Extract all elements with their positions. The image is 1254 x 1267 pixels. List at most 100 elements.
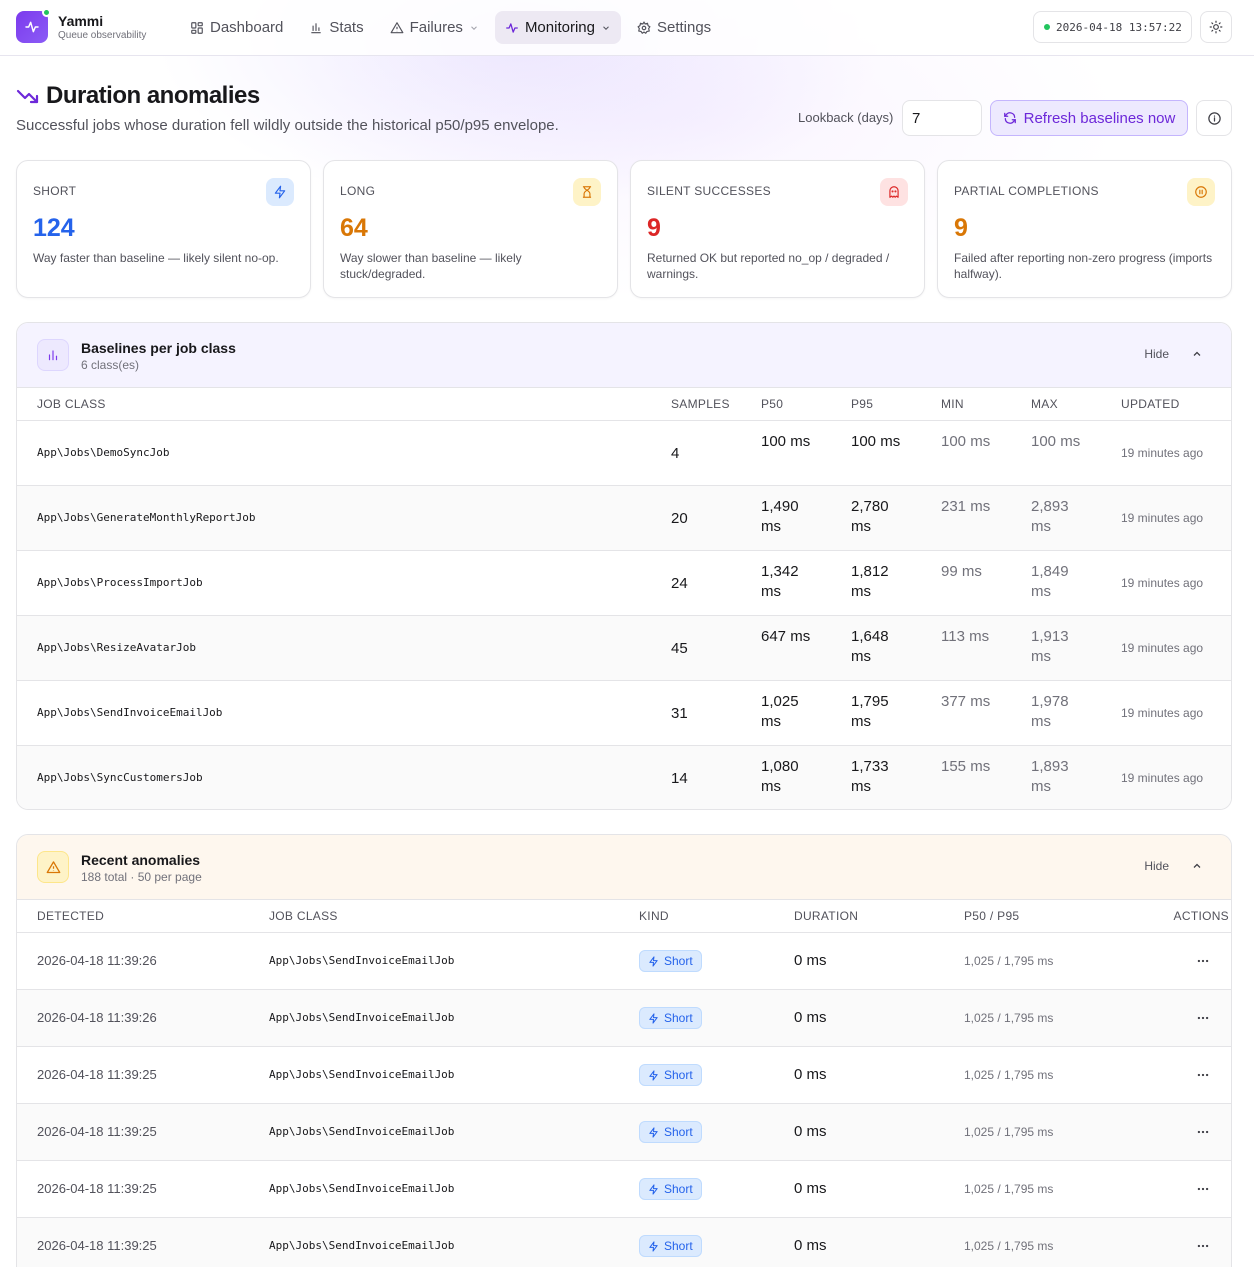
live-clock: 2026-04-18 13:57:22: [1033, 11, 1192, 43]
duration-cell: 0 ms: [794, 1123, 827, 1140]
col-detected[interactable]: DETECTED: [37, 909, 104, 923]
max-cell: 1,849 ms: [1031, 563, 1069, 600]
table-row[interactable]: App\Jobs\GenerateMonthlyReportJob 20 1,490…: [17, 485, 1231, 550]
brand-name: Yammi: [58, 12, 104, 29]
kind-label: Short: [664, 1125, 693, 1139]
live-dot: [1044, 24, 1050, 30]
nav-settings[interactable]: Settings: [627, 11, 721, 44]
col-job-class[interactable]: JOB CLASS: [269, 909, 338, 923]
top-bar: Yammi Queue observability Dashboard Stat…: [0, 0, 1254, 56]
col-actions: ACTIONS: [1173, 909, 1229, 923]
table-row[interactable]: 2026-04-18 11:39:26 App\Jobs\SendInvoiceE…: [17, 989, 1231, 1046]
hide-anomalies-button[interactable]: Hide: [1144, 859, 1203, 873]
col-p50[interactable]: P50: [761, 397, 783, 411]
dashboard-grid-icon: [191, 21, 203, 34]
col-duration[interactable]: DURATION: [794, 909, 858, 923]
brand[interactable]: Yammi Queue observability: [16, 8, 146, 43]
samples-cell: 14: [671, 770, 688, 787]
stat-card-silent-successes[interactable]: SILENT SUCCESSES 9 Returned OK but repor…: [630, 160, 925, 298]
stat-description: Failed after reporting non-zero progress…: [954, 251, 1213, 281]
col-p95[interactable]: P95: [851, 397, 873, 411]
duration-cell: 0 ms: [794, 952, 827, 969]
max-cell: 1,893 ms: [1031, 758, 1069, 795]
table-row[interactable]: App\Jobs\ResizeAvatarJob 45 647 ms 1,648 ms…: [17, 615, 1231, 680]
nav-settings-label: Settings: [656, 19, 712, 36]
hide-baselines-button[interactable]: Hide: [1144, 347, 1203, 361]
more-actions-icon[interactable]: [1193, 1008, 1213, 1028]
panel-title: Recent anomalies: [81, 852, 201, 868]
p95-cell: 1,648 ms: [851, 628, 889, 665]
stat-label: PARTIAL COMPLETIONS: [954, 184, 1099, 198]
more-actions-icon[interactable]: [1193, 1065, 1213, 1085]
p50-cell: 100 ms: [761, 433, 811, 450]
duration-cell: 0 ms: [794, 1180, 827, 1197]
kind-badge: Short: [639, 1121, 702, 1143]
detected-cell: 2026-04-18 11:39:25: [37, 1181, 157, 1196]
theme-toggle-button[interactable]: [1200, 11, 1232, 43]
col-updated[interactable]: UPDATED: [1121, 397, 1180, 411]
table-row[interactable]: 2026-04-18 11:39:26 App\Jobs\SendInvoiceE…: [17, 932, 1231, 989]
table-row[interactable]: App\Jobs\SendInvoiceEmailJob 31 1,025 ms 1,…: [17, 680, 1231, 745]
zap-icon: [649, 1183, 658, 1195]
status-dot: [42, 8, 51, 17]
page-heading: Duration anomalies: [16, 82, 260, 110]
col-max[interactable]: MAX: [1031, 397, 1058, 411]
stat-value: 9: [647, 214, 661, 242]
table-row[interactable]: App\Jobs\DemoSyncJob 4 100 ms 100 ms 100 ms 1…: [17, 420, 1231, 485]
min-cell: 99 ms: [941, 563, 982, 580]
p50-p95-cell: 1,025 / 1,795 ms: [964, 954, 1054, 968]
more-actions-icon[interactable]: [1193, 951, 1213, 971]
table-row[interactable]: 2026-04-18 11:39:25 App\Jobs\SendInvoiceE…: [17, 1103, 1231, 1160]
more-actions-icon[interactable]: [1193, 1179, 1213, 1199]
col-samples[interactable]: SAMPLES: [671, 397, 730, 411]
stat-card-partial-completions[interactable]: PARTIAL COMPLETIONS 9 Failed after repor…: [937, 160, 1232, 298]
stat-label: LONG: [340, 184, 376, 198]
nav-stats[interactable]: Stats: [299, 11, 373, 44]
p50-p95-cell: 1,025 / 1,795 ms: [964, 1068, 1054, 1082]
min-cell: 100 ms: [941, 433, 991, 450]
more-actions-icon[interactable]: [1193, 1122, 1213, 1142]
chevron-down-icon: [471, 25, 477, 30]
lookback-label: Lookback (days): [798, 110, 894, 125]
table-row[interactable]: 2026-04-18 11:39:25 App\Jobs\SendInvoiceE…: [17, 1160, 1231, 1217]
stat-description: Way faster than baseline — likely silent…: [33, 251, 279, 265]
stat-card-long[interactable]: LONG 64 Way slower than baseline — likel…: [323, 160, 618, 298]
col-job-class[interactable]: JOB CLASS: [37, 397, 106, 411]
job-class-cell: App\Jobs\SendInvoiceEmailJob: [269, 1011, 455, 1024]
more-actions-icon[interactable]: [1193, 1236, 1213, 1256]
col-kind[interactable]: KIND: [639, 909, 669, 923]
warning-triangle-icon: [390, 21, 403, 33]
col-p50-p95[interactable]: P50 / P95: [964, 909, 1019, 923]
table-row[interactable]: 2026-04-18 11:39:25 App\Jobs\SendInvoiceE…: [17, 1046, 1231, 1103]
table-row[interactable]: App\Jobs\ProcessImportJob 24 1,342 ms 1,812…: [17, 550, 1231, 615]
samples-cell: 45: [671, 640, 688, 657]
anomalies-panel-header: Recent anomalies 188 total · 50 per page…: [17, 835, 1231, 900]
p50-p95-cell: 1,025 / 1,795 ms: [964, 1239, 1054, 1253]
nav-dashboard[interactable]: Dashboard: [180, 11, 293, 44]
stat-value: 9: [954, 214, 968, 242]
samples-cell: 4: [671, 445, 680, 462]
table-row[interactable]: App\Jobs\SyncCustomersJob 14 1,080 ms 1,733…: [17, 745, 1231, 809]
bar-chart-icon: [37, 339, 69, 371]
hide-label: Hide: [1144, 347, 1169, 361]
table-row[interactable]: 2026-04-18 11:39:25 App\Jobs\SendInvoiceE…: [17, 1217, 1231, 1267]
job-class-cell: App\Jobs\DemoSyncJob: [37, 446, 170, 459]
nav-dashboard-label: Dashboard: [210, 19, 284, 36]
stat-value: 124: [33, 214, 75, 242]
job-class-cell: App\Jobs\SendInvoiceEmailJob: [269, 1182, 455, 1195]
min-cell: 231 ms: [941, 498, 991, 515]
updated-cell: 19 minutes ago: [1121, 576, 1204, 590]
trending-down-icon: [16, 89, 39, 104]
refresh-baselines-button[interactable]: Refresh baselines now: [990, 100, 1188, 136]
baselines-table-body: App\Jobs\DemoSyncJob 4 100 ms 100 ms 100 ms 1…: [17, 420, 1231, 809]
nav-monitoring[interactable]: Monitoring: [494, 11, 621, 44]
nav-failures[interactable]: Failures: [380, 11, 489, 44]
stat-card-short[interactable]: SHORT 124 Way faster than baseline — lik…: [16, 160, 311, 298]
baselines-panel: Baselines per job class 6 class(es) Hide…: [16, 322, 1232, 810]
max-cell: 1,978 ms: [1031, 693, 1069, 730]
job-class-cell: App\Jobs\SyncCustomersJob: [37, 771, 203, 784]
info-button[interactable]: [1196, 100, 1232, 136]
col-min[interactable]: MIN: [941, 397, 964, 411]
nav-failures-label: Failures: [409, 19, 463, 36]
lookback-days-input[interactable]: [902, 100, 982, 136]
